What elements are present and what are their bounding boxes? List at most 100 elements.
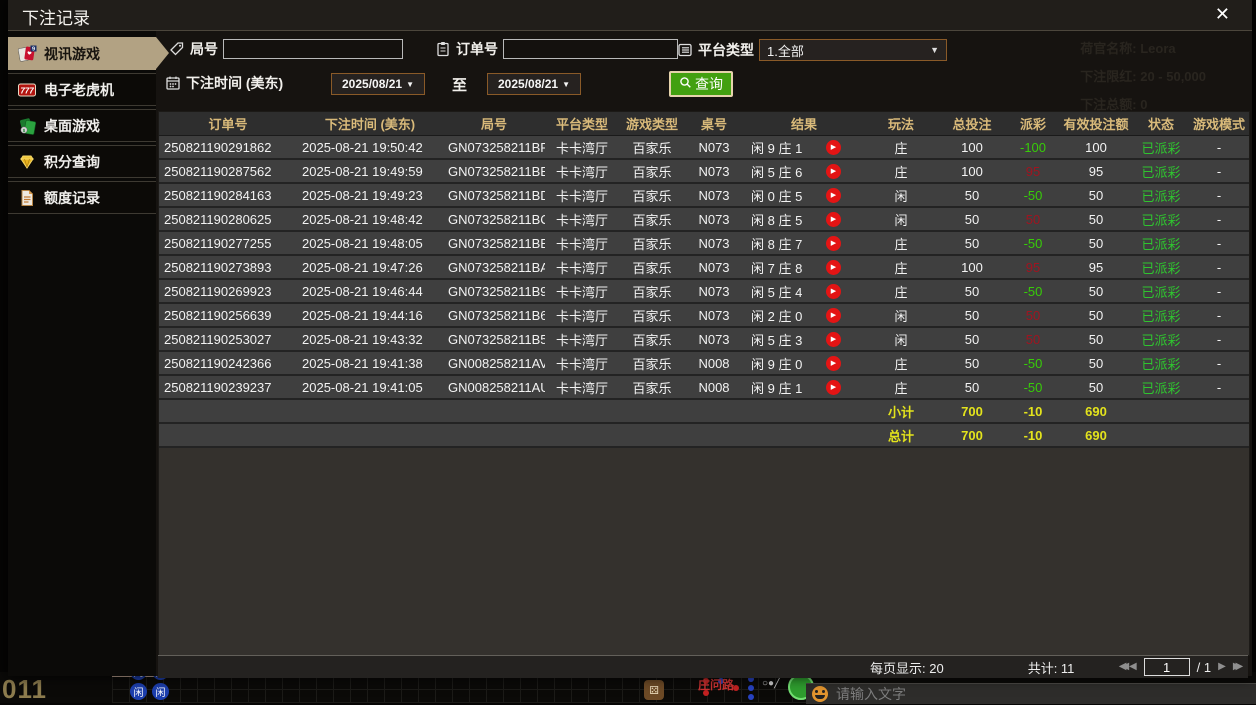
cell-table-number: N073 xyxy=(698,235,730,251)
last-page-icon[interactable]: ▶▶ xyxy=(1233,662,1244,672)
dialog-titlebar: 下注记录 ✕ xyxy=(8,0,1252,31)
cell-total-bet: 50 xyxy=(964,235,980,251)
cell-play-type: 庄 xyxy=(894,284,908,300)
table-row[interactable]: 250821190269923 2025-08-21 19:46:44 GN07… xyxy=(159,280,1249,304)
play-video-icon[interactable]: ▶ xyxy=(826,139,841,155)
cell-order-number: 250821190253027 xyxy=(164,331,272,347)
cell-result: 闲 9 庄 1 ▶ xyxy=(743,136,865,158)
result-text: 闲 7 庄 8 xyxy=(751,260,803,276)
cell-total-bet: 100 xyxy=(961,163,983,179)
play-video-icon[interactable]: ▶ xyxy=(826,355,841,371)
column-header: 下注时间 (美东) xyxy=(324,117,416,132)
svg-text:777: 777 xyxy=(20,86,34,95)
query-button[interactable]: 查询 xyxy=(669,71,733,97)
cell-round-number: GN073258211BE xyxy=(448,163,545,179)
play-video-icon[interactable]: ▶ xyxy=(826,163,841,179)
table-row[interactable]: 250821190284163 2025-08-21 19:49:23 GN07… xyxy=(159,184,1249,208)
chat-input-bar[interactable]: 请输入文字 xyxy=(806,683,1256,704)
sidebar: 9 视讯游戏 777 电子老虎机 $ 桌面游戏 积分查询 额度记录 xyxy=(8,31,169,676)
chevron-down-icon: ▼ xyxy=(930,45,939,55)
table-row[interactable]: 250821190287562 2025-08-21 19:49:59 GN07… xyxy=(159,160,1249,184)
cell-platform: 卡卡湾厅 xyxy=(555,188,608,204)
cell-total-bet: 50 xyxy=(964,379,980,395)
date-to-label: 至 xyxy=(452,77,468,94)
prev-page-icon[interactable]: ◀ xyxy=(1129,662,1137,672)
play-video-icon[interactable]: ▶ xyxy=(826,235,841,251)
column-header: 游戏模式 xyxy=(1192,117,1245,132)
cell-order-number: 250821190269923 xyxy=(164,283,272,299)
table-row[interactable]: 250821190253027 2025-08-21 19:43:32 GN07… xyxy=(159,328,1249,352)
cell-status: 已派彩 xyxy=(1141,140,1181,156)
cell-payout: -50 xyxy=(1023,187,1043,203)
cell-table-number: N073 xyxy=(698,331,730,347)
first-page-icon[interactable]: ◀◀ xyxy=(1119,662,1130,672)
page-number-input[interactable]: 1 xyxy=(1143,658,1190,676)
table-row[interactable]: 250821190256639 2025-08-21 19:44:16 GN07… xyxy=(159,304,1249,328)
cell-game-type: 百家乐 xyxy=(632,380,672,396)
cell-valid-bet: 100 xyxy=(1085,139,1107,155)
order-number-input[interactable] xyxy=(503,39,678,59)
table-body: 250821190291862 2025-08-21 19:50:42 GN07… xyxy=(159,136,1249,400)
emoji-icon[interactable] xyxy=(812,686,828,702)
cell-table-number: N073 xyxy=(698,283,730,299)
page-total-label: / 1 xyxy=(1196,659,1212,675)
table-row[interactable]: 250821190242366 2025-08-21 19:41:38 GN00… xyxy=(159,352,1249,376)
cell-table-number: N073 xyxy=(698,211,730,227)
filter-bar: 局号 订单号 平台类型 1.全部 ▼ 下注时间 (美东) 2025/08/21 … xyxy=(156,31,1252,107)
calendar-icon xyxy=(164,75,181,92)
records-table: 订单号 下注时间 (美东) 局号 平台类型 游戏类型 桌号 结果 玩法 总投注 … xyxy=(158,111,1250,656)
cell-bet-time: 2025-08-21 19:49:59 xyxy=(302,163,423,179)
play-video-icon[interactable]: ▶ xyxy=(826,379,841,395)
sidebar-item-points[interactable]: 积分查询 xyxy=(8,145,156,178)
cell-round-number: GN008258211AV xyxy=(448,355,545,371)
table-row[interactable]: 250821190273893 2025-08-21 19:47:26 GN07… xyxy=(159,256,1249,280)
play-video-icon[interactable]: ▶ xyxy=(826,211,841,227)
chat-placeholder: 请输入文字 xyxy=(836,686,906,702)
cell-order-number: 250821190280625 xyxy=(164,211,272,227)
page-title: 下注记录 xyxy=(22,9,90,28)
cell-game-mode: - xyxy=(1216,211,1222,227)
cell-order-number: 250821190256639 xyxy=(164,307,272,323)
cell-valid-bet: 95 xyxy=(1088,163,1104,179)
round-number-input[interactable] xyxy=(223,39,403,59)
cell-table-number: N073 xyxy=(698,163,730,179)
platform-type-select[interactable]: 1.全部 ▼ xyxy=(759,39,947,61)
cell-total-bet: 50 xyxy=(964,187,980,203)
cell-payout: -50 xyxy=(1023,355,1043,371)
cell-round-number: GN008258211AU xyxy=(448,379,545,395)
cell-valid-bet: 50 xyxy=(1088,307,1104,323)
cell-result: 闲 5 庄 4 ▶ xyxy=(743,280,865,302)
cell-game-type: 百家乐 xyxy=(632,332,672,348)
play-video-icon[interactable]: ▶ xyxy=(826,331,841,347)
cell-game-mode: - xyxy=(1216,187,1222,203)
play-video-icon[interactable]: ▶ xyxy=(826,259,841,275)
sidebar-item-quota-records[interactable]: 额度记录 xyxy=(8,181,156,214)
cell-payout: -50 xyxy=(1023,235,1043,251)
cell-game-type: 百家乐 xyxy=(632,284,672,300)
date-from-picker[interactable]: 2025/08/21 ▼ xyxy=(331,73,425,95)
play-video-icon[interactable]: ▶ xyxy=(826,187,841,203)
play-video-icon[interactable]: ▶ xyxy=(826,307,841,323)
sidebar-item-video-games[interactable]: 9 视讯游戏 xyxy=(8,37,169,70)
bead-road-dots xyxy=(748,694,754,700)
close-icon[interactable]: ✕ xyxy=(1215,4,1230,24)
cell-bet-time: 2025-08-21 19:46:44 xyxy=(302,283,423,299)
platform-filter-group: 平台类型 1.全部 ▼ xyxy=(676,39,947,61)
table-row[interactable]: 250821190280625 2025-08-21 19:48:42 GN07… xyxy=(159,208,1249,232)
date-to-picker[interactable]: 2025/08/21 ▼ xyxy=(487,73,581,95)
cell-table-number: N073 xyxy=(698,259,730,275)
cell-payout: 50 xyxy=(1025,331,1041,347)
next-page-icon[interactable]: ▶ xyxy=(1218,662,1226,672)
total-count-label: 共计: 11 xyxy=(1027,660,1075,676)
cell-status: 已派彩 xyxy=(1141,332,1181,348)
table-row[interactable]: 250821190239237 2025-08-21 19:41:05 GN00… xyxy=(159,376,1249,400)
cell-total-bet: 50 xyxy=(964,307,980,323)
cell-game-mode: - xyxy=(1216,331,1222,347)
cell-valid-bet: 50 xyxy=(1088,379,1104,395)
sidebar-item-slots[interactable]: 777 电子老虎机 xyxy=(8,73,156,106)
table-row[interactable]: 250821190291862 2025-08-21 19:50:42 GN07… xyxy=(159,136,1249,160)
player-bead: 闲 xyxy=(152,683,169,700)
sidebar-item-table-games[interactable]: $ 桌面游戏 xyxy=(8,109,156,142)
play-video-icon[interactable]: ▶ xyxy=(826,283,841,299)
table-row[interactable]: 250821190277255 2025-08-21 19:48:05 GN07… xyxy=(159,232,1249,256)
